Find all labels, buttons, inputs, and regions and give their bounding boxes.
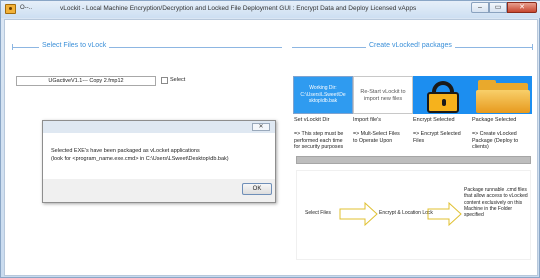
select-checkbox[interactable]: [161, 77, 168, 84]
right-section-tick: [532, 44, 533, 50]
package-button[interactable]: [472, 76, 532, 114]
flow-step-encrypt: Encrypt & Location Lock: [379, 210, 433, 216]
flow-arrow-1: [339, 201, 378, 227]
working-dir-button[interactable]: Working Dir: C:\Users\LSweet\De sktop\db.b…: [293, 76, 353, 114]
folder-front: [476, 90, 530, 113]
tile-desc-encrypt: => Encrypt Selected Files: [413, 131, 461, 144]
tile-label-set-dir: Set vLockit Dir: [294, 117, 330, 123]
padlock-icon: [427, 92, 459, 113]
tile-label-import: Import file's: [353, 117, 381, 123]
restart-import-button[interactable]: Re-Start vLockit to import new files: [353, 76, 413, 114]
tile-desc-import: => Mult-Select Files to Operate Upon: [353, 131, 400, 144]
select-checkbox-label: Select: [170, 77, 186, 83]
right-section-title: Create vLocked! packages: [366, 42, 455, 49]
message-dialog: ✕ Selected EXE's have been packaged as v…: [42, 120, 276, 203]
flow-step-package: Package runnable .cmd files that allow ac…: [464, 187, 528, 219]
flow-arrow-2: [427, 201, 462, 227]
tile-desc-package: => Create vLocked Package (Deploy to clien…: [472, 131, 519, 151]
app-window: O--.. vLockit - Local Machine Encryption…: [0, 0, 540, 278]
tile-label-package: Package Selected: [472, 117, 517, 123]
tile-desc-set-dir: => This step must be performed each time f…: [294, 131, 344, 151]
keyhole: [442, 99, 446, 106]
encrypt-button[interactable]: [413, 76, 473, 114]
dialog-close-button[interactable]: ✕: [252, 123, 270, 131]
title-bar[interactable]: O--.. vLockit - Local Machine Encryption…: [1, 1, 540, 18]
title-prefix: O--..: [20, 5, 32, 11]
dialog-footer: OK: [43, 179, 275, 202]
minimize-button[interactable]: –: [471, 2, 489, 13]
dialog-message-line2: (look for <program_name.exe.cmd> in C:\U…: [51, 156, 229, 162]
ok-button[interactable]: OK: [242, 183, 272, 195]
workflow-diagram: Select Files Encrypt & Location Lock Pac…: [296, 170, 531, 260]
maximize-button[interactable]: ▭: [489, 2, 507, 13]
dialog-message-line1: Selected EXE's have been packaged as vLo…: [51, 148, 200, 154]
flow-step-select: Select Files: [305, 210, 331, 216]
dialog-title-bar[interactable]: ✕: [43, 121, 275, 133]
tile-label-encrypt: Encrypt Selected: [413, 117, 455, 123]
file-list-item[interactable]: UGactiveV1.1--- Copy 2.fmp12: [16, 76, 156, 86]
progress-bar: [296, 156, 531, 164]
window-title: vLockit - Local Machine Encryption/Decry…: [60, 5, 417, 12]
dialog-message: Selected EXE's have been packaged as vLo…: [51, 147, 229, 163]
app-lock-icon: [5, 4, 16, 14]
left-section-title: Select Files to vLock: [39, 42, 110, 49]
close-button[interactable]: ✕: [507, 2, 537, 13]
